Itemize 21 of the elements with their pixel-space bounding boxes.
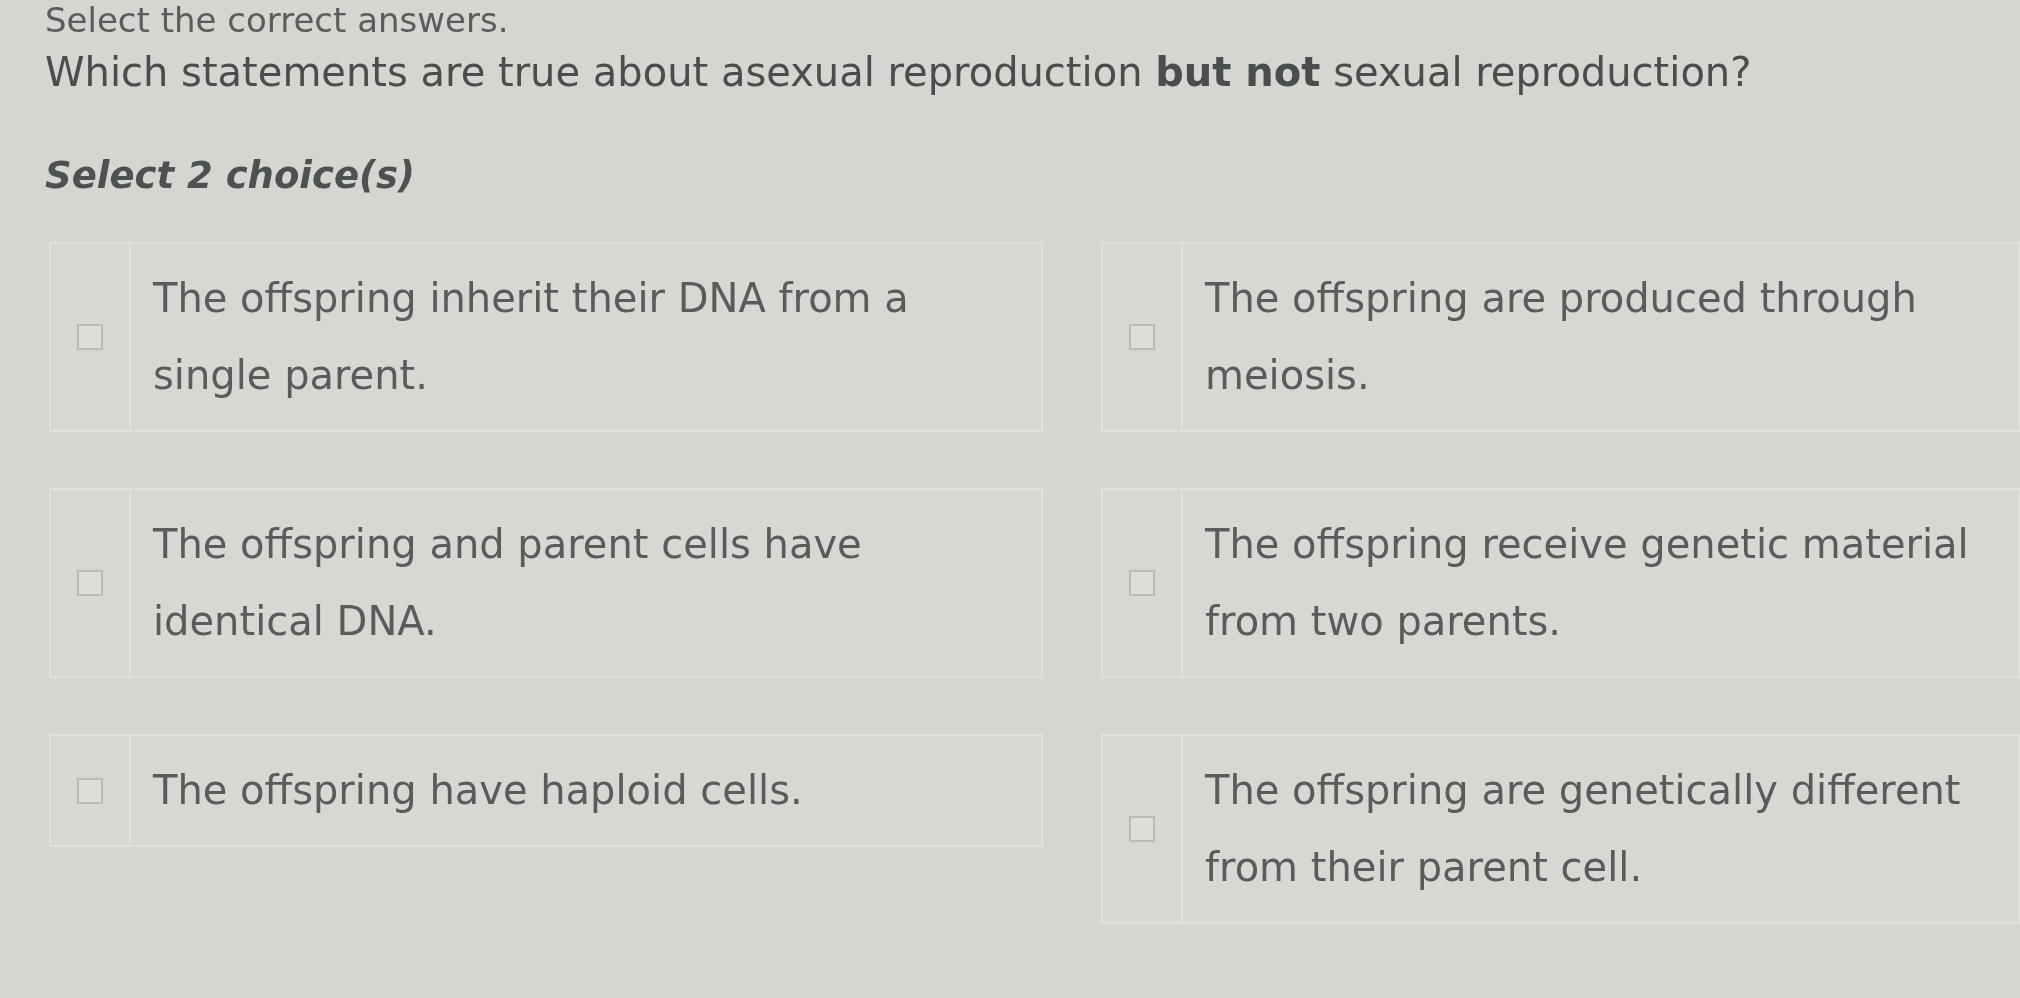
choice-card[interactable]: The offspring inherit their DNA from a single parent. [49,242,1043,432]
choice-card[interactable]: The offspring are produced through meiosis. [1101,242,2020,432]
checkbox[interactable] [1129,570,1155,596]
choice-text: The offspring receive genetic material from two parents. [1205,520,1970,646]
checkbox[interactable] [77,570,103,596]
choice-text: The offspring are produced through meiosis. [1205,274,1918,400]
choice-text: The offspring have haploid cells. [153,766,804,815]
choice-card[interactable]: The offspring are genetically different from their parent cell. [1101,734,2020,924]
choice-card[interactable]: The offspring and parent cells have identical DNA. [49,488,1043,678]
choice-card[interactable]: The offspring receive genetic material from two parents. [1101,488,2020,678]
choice-card[interactable]: The offspring have haploid cells. [49,734,1043,847]
prompt-text: Select 2 choice(s) [45,153,416,199]
checkbox[interactable] [1129,324,1155,350]
checkbox[interactable] [77,324,103,350]
instruction-text: Select the correct answers. [45,0,510,40]
checkbox[interactable] [77,777,103,804]
question-text: Which statements are true about asexual reproduction but not sexual reproduction? [45,48,1753,96]
choice-text: The offspring inherit their DNA from a single parent. [153,274,910,400]
choice-text: The offspring are genetically different from their parent cell. [1205,766,1962,892]
checkbox[interactable] [1129,816,1155,842]
choice-text: The offspring and parent cells have identical DNA. [153,520,863,646]
